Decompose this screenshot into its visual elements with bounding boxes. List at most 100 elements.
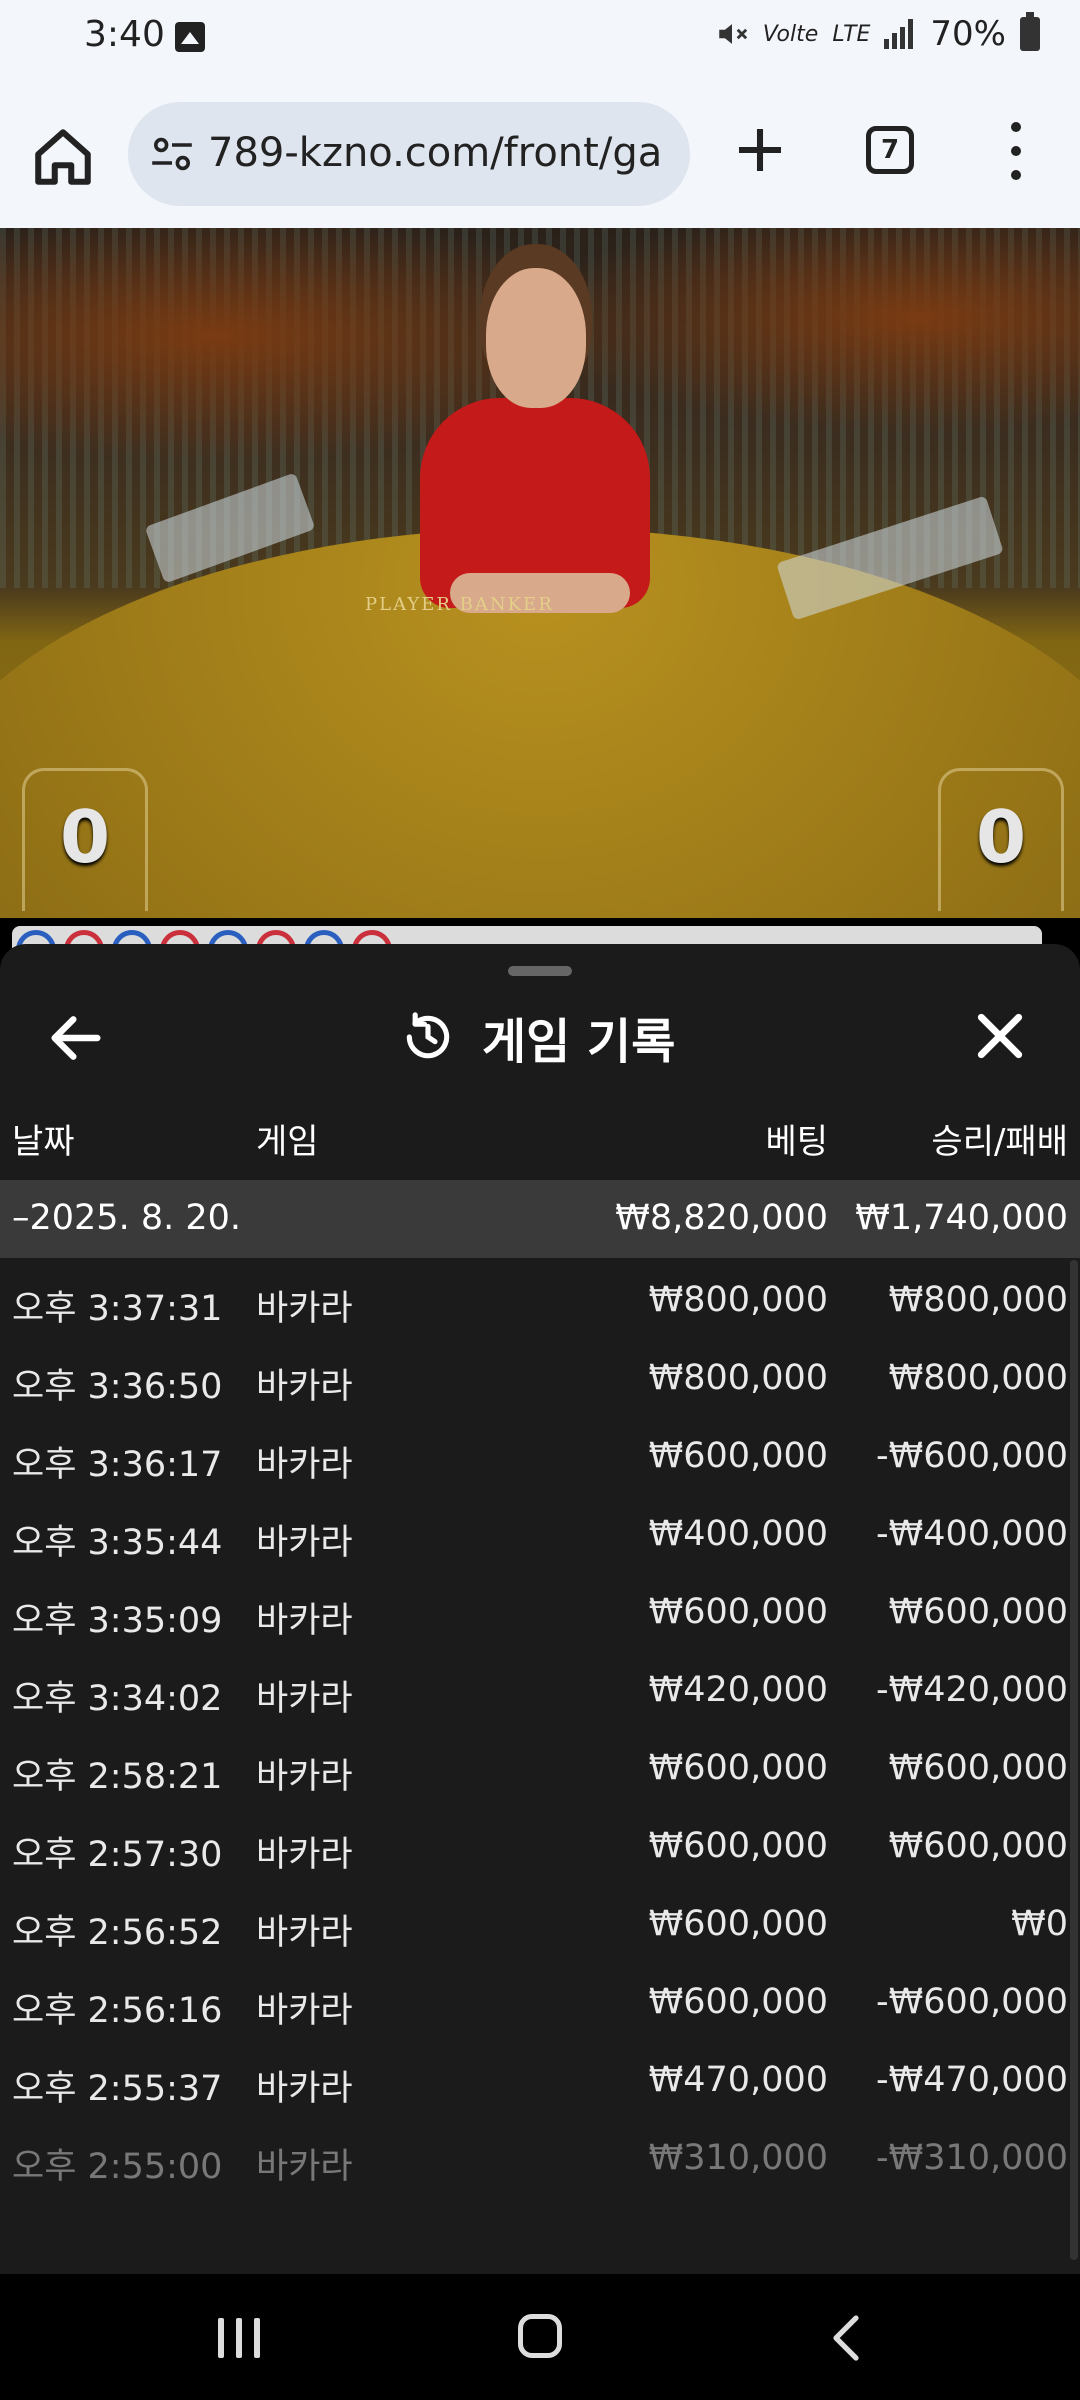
row-bet: ₩600,000 bbox=[648, 1826, 828, 1866]
row-game: 바카라 bbox=[256, 1757, 353, 1797]
row-time: 오후 3:37:31 bbox=[12, 1289, 223, 1329]
drag-handle[interactable] bbox=[508, 966, 572, 976]
volte-indicator: Volte bbox=[762, 21, 819, 47]
row-time: 오후 2:55:00 bbox=[12, 2147, 223, 2187]
row-game: 바카라 bbox=[256, 1523, 353, 1563]
table-label: PLAYER BANKER bbox=[365, 594, 554, 615]
status-bar: 3:40 Volte LTE 70% bbox=[0, 0, 1080, 80]
table-row[interactable]: 오후 2:58:21 바카라 ₩600,000 ₩600,000 bbox=[0, 1728, 1080, 1806]
group-date: –2025. 8. 20. bbox=[12, 1198, 242, 1238]
row-game: 바카라 bbox=[256, 2069, 353, 2109]
more-vertical-icon[interactable] bbox=[1000, 122, 1030, 182]
history-list: 오후 3:37:31 바카라 ₩800,000 ₩800,000 오후 3:36:50 바… bbox=[0, 1260, 1080, 2196]
row-bet: ₩800,000 bbox=[648, 1280, 828, 1320]
scrollbar[interactable] bbox=[1070, 1260, 1078, 2260]
row-win-loss: ₩600,000 bbox=[888, 1826, 1068, 1866]
group-total-win-loss: ₩1,740,000 bbox=[855, 1198, 1068, 1238]
table-row[interactable]: 오후 2:56:52 바카라 ₩600,000 ₩0 bbox=[0, 1884, 1080, 1962]
table-row[interactable]: 오후 3:37:31 바카라 ₩800,000 ₩800,000 bbox=[0, 1260, 1080, 1338]
battery-icon bbox=[1020, 12, 1040, 51]
row-bet: ₩600,000 bbox=[648, 1592, 828, 1632]
recent-apps-icon[interactable] bbox=[218, 2318, 264, 2358]
row-win-loss: ₩0 bbox=[1011, 1904, 1068, 1944]
row-bet: ₩800,000 bbox=[648, 1358, 828, 1398]
row-time: 오후 3:36:50 bbox=[12, 1367, 223, 1407]
row-game: 바카라 bbox=[256, 1289, 353, 1329]
back-nav-icon[interactable] bbox=[828, 2314, 868, 2362]
table-row[interactable]: 오후 3:36:50 바카라 ₩800,000 ₩800,000 bbox=[0, 1338, 1080, 1416]
player-score: 0 bbox=[22, 768, 148, 911]
row-time: 오후 3:34:02 bbox=[12, 1679, 223, 1719]
row-bet: ₩600,000 bbox=[648, 1436, 828, 1476]
browser-toolbar: 789-kzno.com/front/ga 7 bbox=[0, 80, 1080, 228]
row-win-loss: ₩800,000 bbox=[888, 1358, 1068, 1398]
image-notification-icon bbox=[175, 22, 205, 52]
row-game: 바카라 bbox=[256, 1601, 353, 1641]
banker-score: 0 bbox=[938, 768, 1064, 911]
game-history-sheet: 게임 기록 날짜 게임 베팅 승리/패배 –2025. 8. 20. ₩8,82… bbox=[0, 944, 1080, 2274]
row-win-loss: -₩600,000 bbox=[876, 1436, 1068, 1476]
close-icon[interactable] bbox=[968, 1004, 1032, 1068]
table-row[interactable]: 오후 3:36:17 바카라 ₩600,000 -₩600,000 bbox=[0, 1416, 1080, 1494]
row-bet: ₩600,000 bbox=[648, 1982, 828, 2022]
row-game: 바카라 bbox=[256, 1913, 353, 1953]
row-bet: ₩600,000 bbox=[648, 1904, 828, 1944]
column-date: 날짜 bbox=[12, 1122, 75, 1162]
row-game: 바카라 bbox=[256, 1991, 353, 2031]
row-time: 오후 2:56:16 bbox=[12, 1991, 223, 2031]
table-row[interactable]: 오후 2:55:00 바카라 ₩310,000 -₩310,000 bbox=[0, 2118, 1080, 2196]
row-game: 바카라 bbox=[256, 1445, 353, 1485]
tune-icon[interactable] bbox=[150, 136, 194, 172]
home-nav-icon[interactable] bbox=[518, 2314, 562, 2358]
date-group-row[interactable]: –2025. 8. 20. ₩8,820,000 ₩1,740,000 bbox=[0, 1180, 1080, 1258]
url-text[interactable]: 789-kzno.com/front/ga bbox=[208, 130, 678, 176]
row-time: 오후 2:58:21 bbox=[12, 1757, 223, 1797]
row-time: 오후 3:36:17 bbox=[12, 1445, 223, 1485]
table-row[interactable]: 오후 3:35:09 바카라 ₩600,000 ₩600,000 bbox=[0, 1572, 1080, 1650]
live-video-stream: PLAYER BANKER 0 0 bbox=[0, 228, 1080, 918]
table-row[interactable]: 오후 3:34:02 바카라 ₩420,000 -₩420,000 bbox=[0, 1650, 1080, 1728]
table-row[interactable]: 오후 3:35:44 바카라 ₩400,000 -₩400,000 bbox=[0, 1494, 1080, 1572]
row-game: 바카라 bbox=[256, 2147, 353, 2187]
row-bet: ₩420,000 bbox=[648, 1670, 828, 1710]
sheet-header: 게임 기록 bbox=[400, 1000, 675, 1074]
row-win-loss: -₩600,000 bbox=[876, 1982, 1068, 2022]
system-nav-bar bbox=[0, 2274, 1080, 2400]
row-time: 오후 2:56:52 bbox=[12, 1913, 223, 1953]
status-time: 3:40 bbox=[84, 14, 165, 55]
row-win-loss: -₩470,000 bbox=[876, 2060, 1068, 2100]
status-icons: Volte LTE 70% bbox=[715, 12, 1040, 54]
arrow-left-icon[interactable] bbox=[44, 1006, 108, 1070]
group-total-bet: ₩8,820,000 bbox=[615, 1198, 828, 1238]
row-time: 오후 3:35:44 bbox=[12, 1523, 223, 1563]
row-time: 오후 2:55:37 bbox=[12, 2069, 223, 2109]
row-win-loss: -₩310,000 bbox=[876, 2138, 1068, 2178]
address-bar[interactable]: 789-kzno.com/front/ga bbox=[128, 102, 690, 206]
row-win-loss: ₩600,000 bbox=[888, 1592, 1068, 1632]
row-win-loss: ₩600,000 bbox=[888, 1748, 1068, 1788]
row-game: 바카라 bbox=[256, 1679, 353, 1719]
battery-percent: 70% bbox=[930, 14, 1006, 54]
column-win-loss: 승리/패배 bbox=[931, 1122, 1068, 1162]
row-bet: ₩310,000 bbox=[648, 2138, 828, 2178]
tab-switcher-button[interactable]: 7 bbox=[866, 126, 914, 174]
table-row[interactable]: 오후 2:55:37 바카라 ₩470,000 -₩470,000 bbox=[0, 2040, 1080, 2118]
home-icon[interactable] bbox=[30, 124, 96, 190]
row-win-loss: -₩420,000 bbox=[876, 1670, 1068, 1710]
row-bet: ₩470,000 bbox=[648, 2060, 828, 2100]
history-icon bbox=[406, 1012, 450, 1059]
row-win-loss: -₩400,000 bbox=[876, 1514, 1068, 1554]
row-time: 오후 3:35:09 bbox=[12, 1601, 223, 1641]
row-game: 바카라 bbox=[256, 1367, 353, 1407]
column-bet: 베팅 bbox=[765, 1122, 828, 1162]
table-row[interactable]: 오후 2:57:30 바카라 ₩600,000 ₩600,000 bbox=[0, 1806, 1080, 1884]
row-time: 오후 2:57:30 bbox=[12, 1835, 223, 1875]
signal-icon bbox=[884, 19, 914, 49]
row-bet: ₩400,000 bbox=[648, 1514, 828, 1554]
lte-indicator: LTE bbox=[832, 21, 871, 47]
table-row[interactable]: 오후 2:56:16 바카라 ₩600,000 -₩600,000 bbox=[0, 1962, 1080, 2040]
row-win-loss: ₩800,000 bbox=[888, 1280, 1068, 1320]
plus-icon[interactable] bbox=[732, 122, 788, 178]
row-game: 바카라 bbox=[256, 1835, 353, 1875]
table-header: 날짜 게임 베팅 승리/패배 bbox=[0, 1114, 1080, 1178]
